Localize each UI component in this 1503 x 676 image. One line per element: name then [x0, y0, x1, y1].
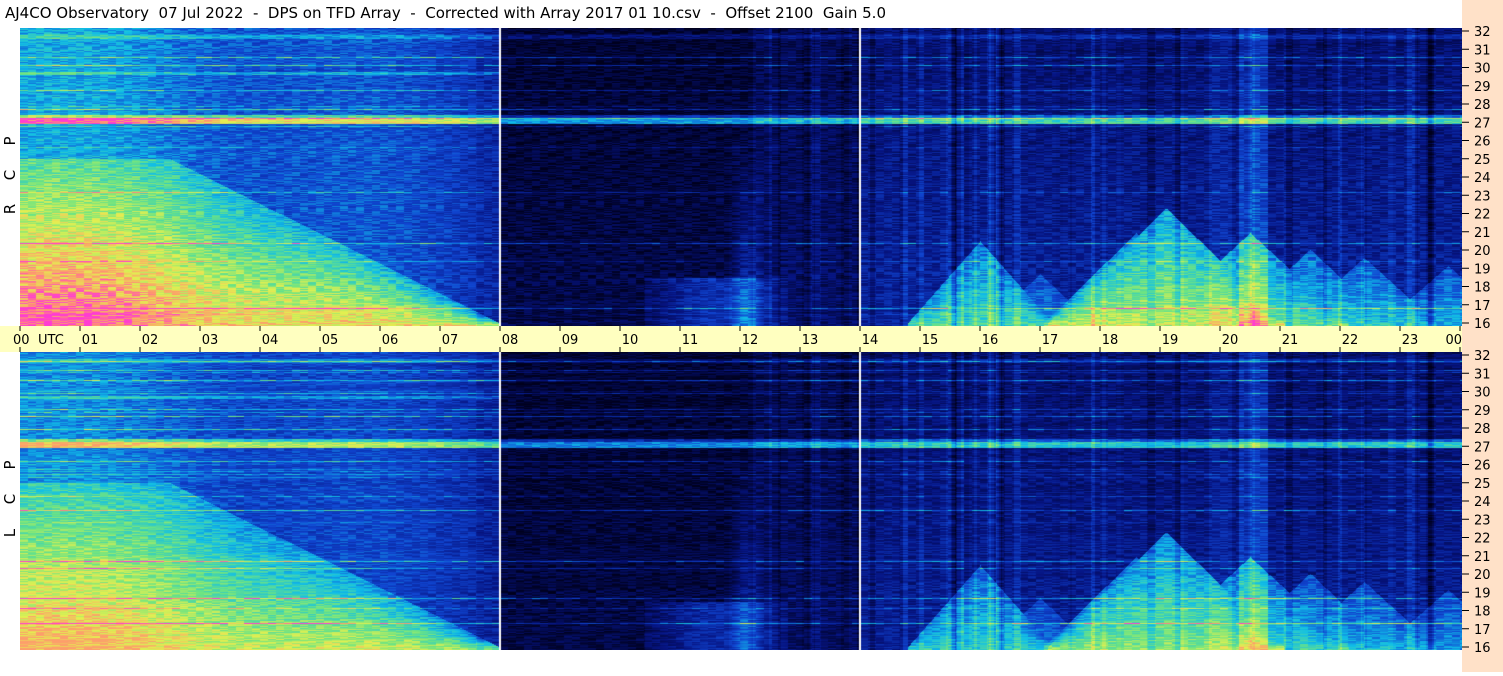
- time-tick-label: 05: [322, 333, 339, 348]
- frequency-tick-label: 16: [1474, 317, 1491, 332]
- frequency-tick-label: 23: [1474, 189, 1491, 204]
- frequency-tick-label: 30: [1474, 386, 1491, 401]
- time-tick-label: 03: [202, 333, 219, 348]
- frequency-tick-label: 20: [1474, 568, 1491, 583]
- time-tick-label: 11: [682, 333, 699, 348]
- time-tick-label: 13: [802, 333, 819, 348]
- time-tick-label: 23: [1402, 333, 1419, 348]
- time-tick-label: 09: [562, 333, 579, 348]
- lcp-letter-l: P: [1, 460, 19, 470]
- time-tick-label: 10: [622, 333, 639, 348]
- frequency-tick-label: 25: [1474, 477, 1491, 492]
- time-tick-label: 06: [382, 333, 399, 348]
- spectrogram-rcp-canvas: [20, 28, 1462, 326]
- time-tick-label: 15: [922, 333, 939, 348]
- frequency-tick-label: 21: [1474, 226, 1491, 241]
- utc-time-axis-svg: 00 01 02 03 04 05 06 07 08 09 10 11 12 13 14 15 16 17 18 19…: [13, 326, 1490, 352]
- rcp-letter-p: R: [1, 203, 19, 215]
- frequency-tick-label: 19: [1474, 586, 1491, 601]
- time-tick-label: 20: [1222, 333, 1239, 348]
- time-tick-label: 18: [1102, 333, 1119, 348]
- chart-title: AJ4CO Observatory 07 Jul 2022 - DPS on T…: [0, 0, 1462, 28]
- time-tick-label: 19: [1162, 333, 1179, 348]
- spectrogram-rcp: [20, 28, 1462, 326]
- time-tick-label: 22: [1342, 333, 1359, 348]
- time-tick-label: 14: [862, 333, 879, 348]
- frequency-axis-svg: 16 17 18 19 20 21 22 23 24 25 26 27 28 29 30 31 32 16 17 18…: [1462, 25, 1491, 656]
- frequency-tick-label: 24: [1474, 171, 1491, 186]
- frequency-tick-label: 24: [1474, 495, 1491, 510]
- time-axis-label: UTC: [38, 333, 64, 348]
- time-tick-label: 04: [262, 333, 279, 348]
- frequency-tick-label: 31: [1474, 43, 1491, 58]
- frequency-tick-label: 27: [1474, 440, 1491, 455]
- time-tick-label: 07: [442, 333, 459, 348]
- time-tick-label: 00: [13, 333, 30, 348]
- frequency-tick-label: 31: [1474, 367, 1491, 382]
- frequency-tick-label: 28: [1474, 98, 1491, 113]
- frequency-axis: 16 17 18 19 20 21 22 23 24 25 26 27 28 29 30 31 32 16 17 18…: [1462, 0, 1503, 672]
- frequency-tick-label: 17: [1474, 623, 1491, 638]
- frequency-tick-label: 29: [1474, 80, 1491, 95]
- frequency-tick-label: 32: [1474, 349, 1491, 364]
- frequency-tick-label: 26: [1474, 459, 1491, 474]
- time-tick-label: 17: [1042, 333, 1059, 348]
- frequency-tick-label: 22: [1474, 532, 1491, 547]
- time-tick-label: 21: [1282, 333, 1299, 348]
- frequency-tick-label: 19: [1474, 262, 1491, 277]
- frequency-tick-label: 20: [1474, 244, 1491, 259]
- lcp-letter-p: L: [1, 528, 19, 538]
- spectrogram-lcp-canvas: [20, 352, 1462, 650]
- frequency-tick-label: 16: [1474, 641, 1491, 656]
- utc-time-axis: 00 01 02 03 04 05 06 07 08 09 10 11 12 13 14 15 16 17 18 19…: [0, 326, 1490, 352]
- frequency-tick-label: 26: [1474, 135, 1491, 150]
- frequency-tick-label: 28: [1474, 422, 1491, 437]
- time-tick-label: 02: [142, 333, 159, 348]
- frequency-tick-label: 32: [1474, 25, 1491, 40]
- frequency-tick-label: 23: [1474, 513, 1491, 528]
- rcp-letter-r: P: [1, 136, 19, 146]
- bottom-margin: [0, 650, 1462, 672]
- time-tick-label: 16: [982, 333, 999, 348]
- frequency-tick-label: 18: [1474, 605, 1491, 620]
- frequency-tick-label: 29: [1474, 404, 1491, 419]
- frequency-tick-label: 27: [1474, 116, 1491, 131]
- frequency-tick-label: 18: [1474, 281, 1491, 296]
- lcp-letter-c: C: [1, 493, 19, 505]
- frequency-tick-label: 17: [1474, 299, 1491, 314]
- time-tick-label: 12: [742, 333, 759, 348]
- time-tick-label: 00: [1445, 333, 1462, 348]
- frequency-tick-label: 21: [1474, 550, 1491, 565]
- rcp-letter-c: C: [1, 169, 19, 181]
- frequency-tick-label: 22: [1474, 208, 1491, 223]
- time-tick-label: 01: [82, 333, 99, 348]
- frequency-tick-label: 25: [1474, 153, 1491, 168]
- spectrogram-lcp: [20, 352, 1462, 650]
- frequency-tick-label: 30: [1474, 62, 1491, 77]
- time-tick-label: 08: [502, 333, 519, 348]
